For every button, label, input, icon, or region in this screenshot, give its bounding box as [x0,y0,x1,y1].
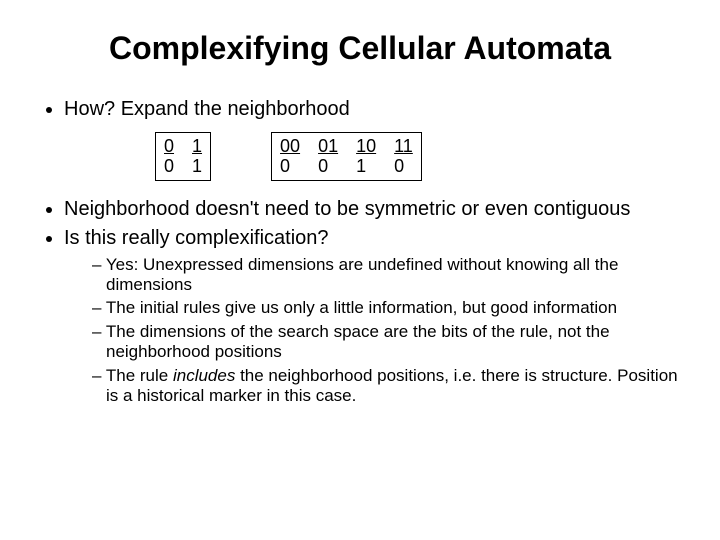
sub-bullet-4: The rule includes the neighborhood posit… [92,366,680,407]
rule-value: 1 [192,157,202,177]
rule-col: 11 0 [394,137,413,177]
rule-tables: 0 0 1 1 00 0 01 0 10 1 11 0 [155,132,680,181]
rule-col: 0 0 [164,137,174,177]
rule-value: 0 [280,157,300,177]
rule-value: 1 [356,157,376,177]
rule-header: 10 [356,137,376,157]
rule-col: 1 1 [192,137,202,177]
bullet-neighborhood: Neighborhood doesn't need to be symmetri… [64,197,680,222]
rule-col: 00 0 [280,137,300,177]
rule-header: 00 [280,137,300,157]
sub-bullet-list: Yes: Unexpressed dimensions are undefine… [64,255,680,407]
sub-bullet-2: The initial rules give us only a little … [92,298,680,318]
sub-bullet-3: The dimensions of the search space are t… [92,322,680,363]
rule-header: 11 [394,137,413,157]
rule-header: 1 [192,137,202,157]
sub-bullet-1: Yes: Unexpressed dimensions are undefine… [92,255,680,296]
rule-col: 01 0 [318,137,338,177]
bullet-how: How? Expand the neighborhood [64,97,680,122]
bullet-complexification-text: Is this really complexification? [64,227,329,249]
rule-col: 10 1 [356,137,376,177]
rule-value: 0 [164,157,174,177]
rule-header: 01 [318,137,338,157]
rule-value: 0 [394,157,413,177]
sub4-a: The rule [106,366,173,385]
rule-table-large: 00 0 01 0 10 1 11 0 [271,132,422,181]
bullet-complexification: Is this really complexification? Yes: Un… [64,226,680,407]
rule-header: 0 [164,137,174,157]
rule-value: 0 [318,157,338,177]
sub4-b: includes [173,366,235,385]
bullet-list-2: Neighborhood doesn't need to be symmetri… [40,197,680,407]
bullet-list: How? Expand the neighborhood [40,97,680,122]
rule-table-small: 0 0 1 1 [155,132,211,181]
slide-title: Complexifying Cellular Automata [40,30,680,67]
